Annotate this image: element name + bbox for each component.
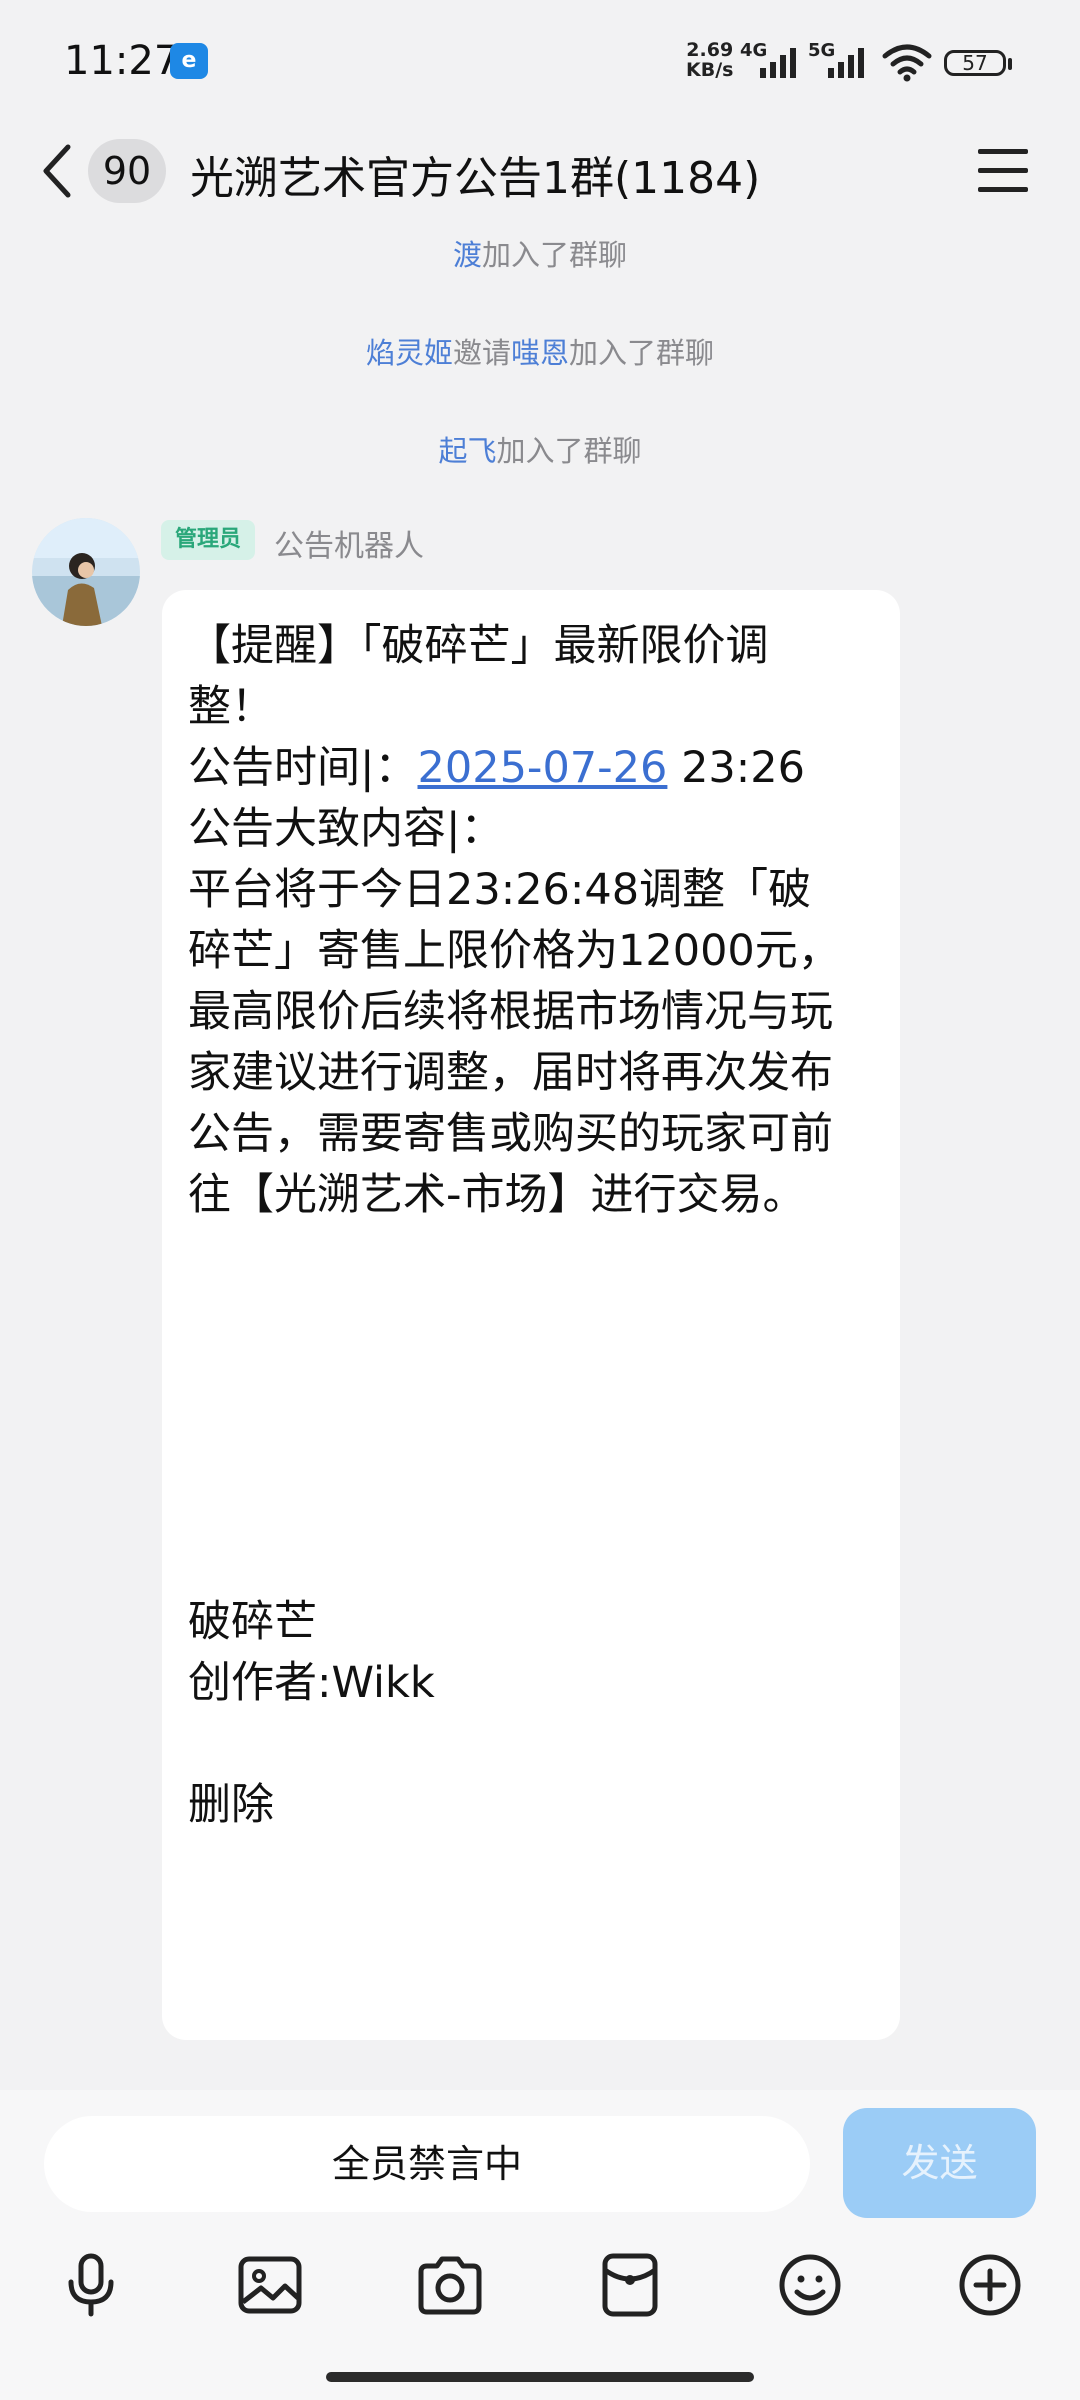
- message-input-muted[interactable]: 全员禁言中: [44, 2116, 810, 2212]
- battery-tip: [1008, 58, 1012, 70]
- message-line: 最高限价后续将根据市场情况与玩: [188, 987, 833, 1037]
- menu-icon[interactable]: [978, 149, 1028, 193]
- wifi-icon: [882, 44, 932, 82]
- browser-app-icon: e: [170, 43, 208, 79]
- chat-title: 光溯艺术官方公告1群(1184): [190, 153, 761, 204]
- status-bar: 11:27 e 2.69 KB/s 4G 5G 57: [0, 0, 1080, 125]
- signal-icon: [760, 48, 796, 78]
- system-notice: 起飞加入了群聊: [438, 434, 642, 468]
- plus-icon[interactable]: [955, 2250, 1025, 2320]
- message-bubble[interactable]: 【提醒】「破碎芒」最新限价调 整！ 公告时间|：2025-07-26 23:26…: [162, 590, 900, 2040]
- message-line: 创作者:Wikk: [188, 1658, 435, 1708]
- message-line: 公告大致内容|：: [188, 804, 504, 854]
- date-link[interactable]: 2025-07-26: [418, 743, 668, 793]
- status-time: 11:27: [64, 38, 180, 84]
- message-line: 【提醒】「破碎芒」最新限价调: [188, 621, 769, 671]
- image-icon[interactable]: [235, 2250, 305, 2320]
- back-arrow-icon[interactable]: [38, 141, 78, 201]
- message-line: 删除: [188, 1780, 274, 1830]
- input-area: 全员禁言中 发送: [0, 2090, 1080, 2400]
- system-notice: 渡加入了群聊: [452, 238, 628, 272]
- unread-count-badge[interactable]: 90: [88, 139, 166, 203]
- network-speed: 2.69 KB/s: [686, 39, 734, 81]
- red-packet-icon[interactable]: [595, 2250, 665, 2320]
- message-line: 平台将于今日23:26:48调整「破: [188, 865, 812, 915]
- message-line: 公告，需要寄售或购买的玩家可前: [188, 1109, 833, 1159]
- system-notice: 焰灵姬邀请嗤恩加入了群聊: [365, 336, 715, 370]
- microphone-icon[interactable]: [56, 2250, 126, 2320]
- message-line: 碎芒」寄售上限价格为12000元，: [188, 926, 841, 976]
- message-line: 破碎芒: [188, 1597, 317, 1647]
- admin-role-tag: 管理员: [161, 520, 256, 560]
- emoji-icon[interactable]: [775, 2250, 845, 2320]
- announcement-time-line: 公告时间|：2025-07-26 23:26: [188, 743, 805, 793]
- message-line: 整！: [188, 682, 274, 732]
- message-line: 家建议进行调整，届时将再次发布: [188, 1048, 833, 1098]
- camera-icon[interactable]: [415, 2250, 485, 2320]
- sender-name[interactable]: 公告机器人: [274, 521, 424, 565]
- home-indicator[interactable]: [326, 2372, 754, 2382]
- notice-user-name[interactable]: 焰灵姬: [366, 336, 453, 370]
- notice-user-name[interactable]: 起飞: [438, 434, 496, 468]
- send-button[interactable]: 发送: [843, 2108, 1036, 2218]
- avatar[interactable]: [32, 518, 140, 626]
- battery-indicator: 57: [944, 50, 1006, 76]
- notice-user-name[interactable]: 嗤恩: [511, 336, 569, 370]
- notice-user-name[interactable]: 渡: [453, 238, 482, 272]
- chat-header: 90 光溯艺术官方公告1群(1184): [0, 125, 1080, 215]
- signal-icon-2: [828, 48, 864, 78]
- message-line: 往【光溯艺术-市场】进行交易。: [188, 1170, 806, 1220]
